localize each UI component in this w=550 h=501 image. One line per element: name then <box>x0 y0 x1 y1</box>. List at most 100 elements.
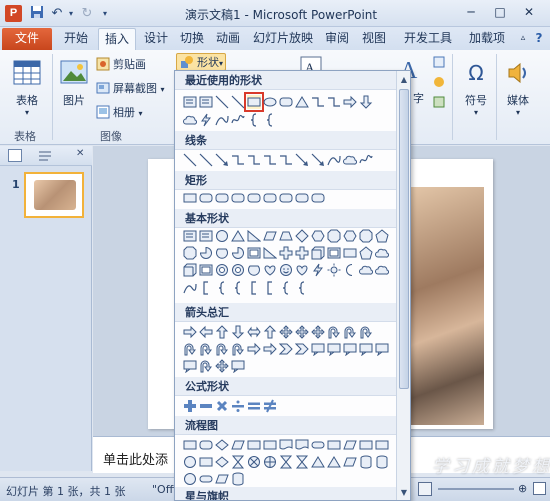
shape-rtri-icon[interactable] <box>263 246 277 260</box>
shape-textbox-icon[interactable] <box>183 95 197 109</box>
shape-data-icon[interactable] <box>343 438 357 452</box>
shape-tri-icon[interactable] <box>295 95 309 109</box>
shape-moon-icon[interactable] <box>343 263 357 277</box>
shape-doc-icon[interactable] <box>279 438 293 452</box>
shape-bracket-icon[interactable] <box>247 281 261 295</box>
shapes-button[interactable]: 形状▾ <box>176 53 226 71</box>
shape-sun-icon[interactable] <box>327 263 341 277</box>
help-expand-icon[interactable]: ▵ <box>516 28 530 50</box>
shape-rrect-icon[interactable] <box>295 191 309 205</box>
close-icon[interactable]: ✕ <box>518 3 540 21</box>
shape-elbow-icon[interactable] <box>247 153 261 167</box>
shape-rect-icon[interactable] <box>244 92 264 112</box>
scroll-thumb[interactable] <box>399 89 409 389</box>
shape-rect-icon[interactable] <box>263 438 277 452</box>
shape-mult-icon[interactable] <box>215 399 229 413</box>
shape-line-icon[interactable] <box>199 153 213 167</box>
shape-brace-icon[interactable] <box>231 281 245 295</box>
shape-elbow-icon[interactable] <box>231 153 245 167</box>
shape-curve-icon[interactable] <box>183 281 197 295</box>
shape-rect-icon[interactable] <box>375 438 389 452</box>
shape-callout-icon[interactable] <box>359 342 373 356</box>
shape-heart-icon[interactable] <box>295 263 309 277</box>
scroll-down-icon[interactable]: ▼ <box>399 487 409 499</box>
tab-developer[interactable]: 开发工具 <box>398 28 458 50</box>
shape-quad-icon[interactable] <box>311 325 325 339</box>
shape-uturn-icon[interactable] <box>215 342 229 356</box>
shape-bracket-icon[interactable] <box>199 281 213 295</box>
shape-rarrow-icon[interactable] <box>183 325 197 339</box>
shape-rrect-icon[interactable] <box>279 191 293 205</box>
shape-hourglass-icon[interactable] <box>231 455 245 469</box>
tab-addins[interactable]: 加载项 <box>464 28 510 50</box>
picture-button[interactable]: 图片 <box>57 58 91 108</box>
shape-curve-icon[interactable] <box>327 153 341 167</box>
shape-frame-icon[interactable] <box>327 246 341 260</box>
shape-quad-icon[interactable] <box>215 359 229 373</box>
shape-octa-icon[interactable] <box>359 229 373 243</box>
shape-hourglass-icon[interactable] <box>295 455 309 469</box>
scroll-up-icon[interactable]: ▲ <box>399 74 409 86</box>
object-small-icon-2[interactable] <box>432 74 449 92</box>
shape-tri-icon[interactable] <box>231 229 245 243</box>
shape-rect-icon[interactable] <box>359 438 373 452</box>
shape-uturn-icon[interactable] <box>183 342 197 356</box>
tab-design[interactable]: 设计 <box>140 28 172 50</box>
shape-chord-icon[interactable] <box>247 263 261 277</box>
slides-tab-icon[interactable] <box>8 149 22 162</box>
shape-cube-icon[interactable] <box>183 263 197 277</box>
shape-hexa-icon[interactable] <box>311 229 325 243</box>
shape-cyl-icon[interactable] <box>231 472 245 486</box>
shape-rect-icon[interactable] <box>327 438 341 452</box>
shape-brace-icon[interactable] <box>215 281 229 295</box>
zoom-slider-track[interactable] <box>438 488 514 490</box>
tab-slideshow[interactable]: 幻灯片放映 <box>250 28 316 50</box>
shape-larrow-icon[interactable] <box>199 325 213 339</box>
shape-frame-icon[interactable] <box>247 246 261 260</box>
shape-divide-icon[interactable] <box>231 399 245 413</box>
shape-cloud-icon[interactable] <box>183 113 197 127</box>
shape-diamond-icon[interactable] <box>295 229 309 243</box>
shape-cross-icon[interactable] <box>279 246 293 260</box>
shape-rrect-icon[interactable] <box>199 191 213 205</box>
shape-tri-icon[interactable] <box>311 455 325 469</box>
shape-uturn-icon[interactable] <box>343 325 357 339</box>
shape-term-icon[interactable] <box>311 438 325 452</box>
tab-insert[interactable]: 插入 <box>98 28 136 50</box>
shape-callout-icon[interactable] <box>183 359 197 373</box>
shape-pie-icon[interactable] <box>199 246 213 260</box>
shape-pie-icon[interactable] <box>231 246 245 260</box>
album-button[interactable]: 相册 ▾ <box>96 104 143 122</box>
maximize-icon[interactable]: □ <box>489 3 511 21</box>
shape-circle-icon[interactable] <box>183 455 197 469</box>
shape-callout-icon[interactable] <box>375 342 389 356</box>
shape-chevron-icon[interactable] <box>295 342 309 356</box>
shape-minus-icon[interactable] <box>199 399 213 413</box>
shape-cyl-icon[interactable] <box>375 455 389 469</box>
shape-doc-icon[interactable] <box>295 438 309 452</box>
shape-data-icon[interactable] <box>215 472 229 486</box>
shape-rect-icon[interactable] <box>183 438 197 452</box>
shape-frame-icon[interactable] <box>199 263 213 277</box>
tab-animations[interactable]: 动画 <box>212 28 244 50</box>
shape-rect-icon[interactable] <box>343 246 357 260</box>
shape-cloud-icon[interactable] <box>375 263 389 277</box>
shape-uturn-icon[interactable] <box>231 342 245 356</box>
shape-elbow-icon[interactable] <box>311 95 325 109</box>
shape-uturn-icon[interactable] <box>199 359 213 373</box>
shape-donut-icon[interactable] <box>215 263 229 277</box>
shape-darrow-icon[interactable] <box>231 325 245 339</box>
shape-orjunc-icon[interactable] <box>263 455 277 469</box>
shape-rrect-icon[interactable] <box>215 191 229 205</box>
shape-rect-icon[interactable] <box>199 455 213 469</box>
shape-callout-icon[interactable] <box>311 342 325 356</box>
shape-circle-icon[interactable] <box>215 229 229 243</box>
shape-cloud-icon[interactable] <box>343 153 357 167</box>
shape-donut-icon[interactable] <box>231 263 245 277</box>
shape-quad-icon[interactable] <box>279 325 293 339</box>
tab-review[interactable]: 审阅 <box>322 28 352 50</box>
tab-file[interactable]: 文件 <box>2 28 52 50</box>
shape-lrarrow-icon[interactable] <box>247 325 261 339</box>
slide-photo[interactable] <box>410 187 484 425</box>
shape-rrect-icon[interactable] <box>199 438 213 452</box>
